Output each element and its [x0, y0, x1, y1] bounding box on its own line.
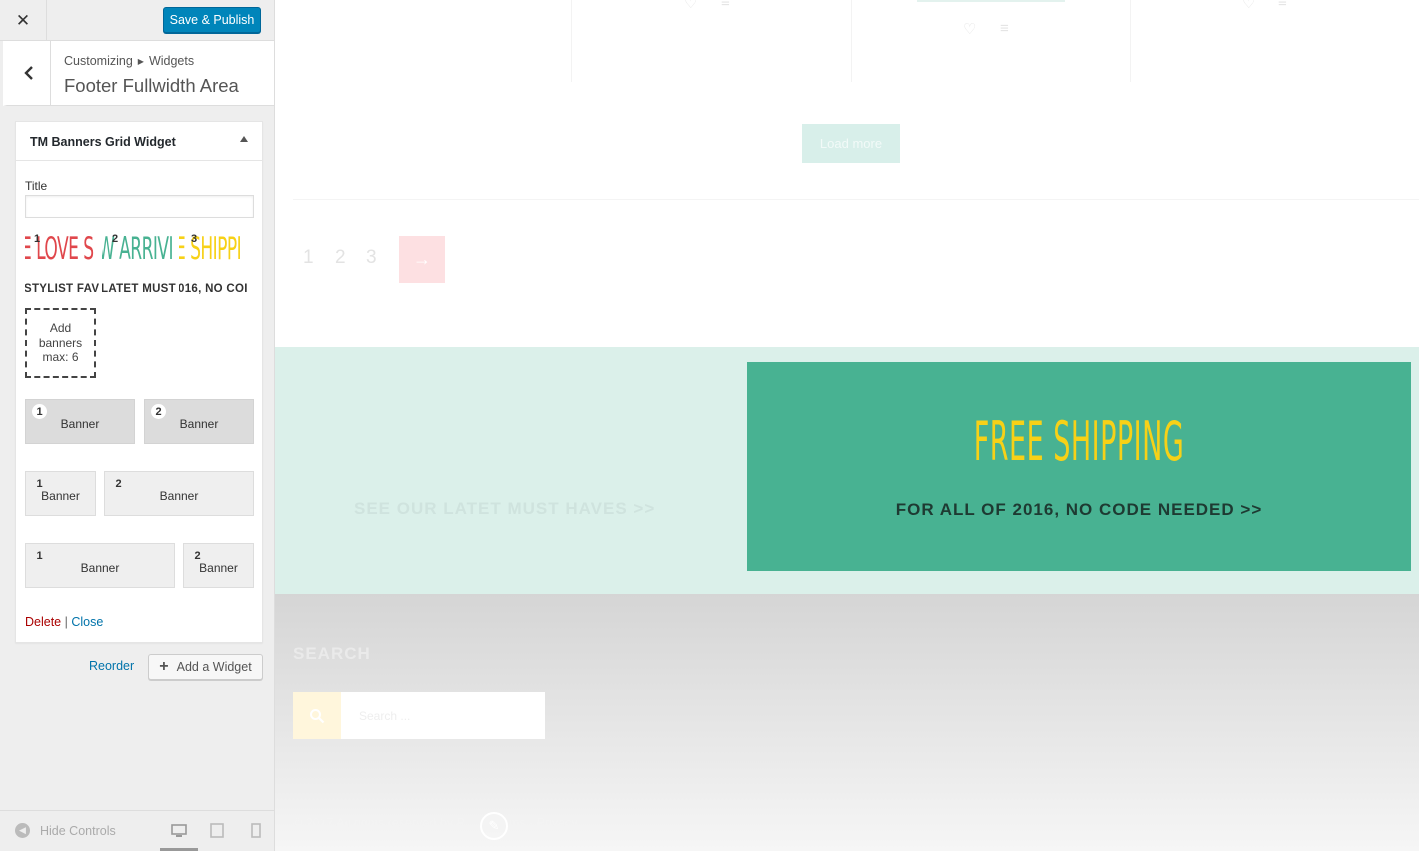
hide-controls-label: Hide Controls	[40, 823, 116, 838]
delete-link[interactable]: Delete	[25, 615, 61, 629]
customizer-sidebar: ✕ Save & Publish Customizing ▶ Widgets Foo…	[0, 0, 275, 851]
sidebar-footer: ◀ Hide Controls	[0, 810, 274, 851]
banner-label: Banner	[159, 488, 199, 503]
thumbnail-subtext: STYLIST FAV	[25, 283, 100, 295]
footer-banners-grid: SEE OUR LATET MUST HAVES >> FREE SHIPPIN…	[275, 347, 1419, 594]
thumbnail-subtext: LATET MUST	[102, 283, 176, 295]
pagination-page-1[interactable]: 1	[303, 247, 314, 269]
banner-subtext: FOR ALL OF 2016, NO CODE NEEDED >>	[895, 500, 1263, 519]
layout-option-3-banner-2[interactable]: 2 Banner	[183, 543, 254, 588]
edit-shortcut-button[interactable]: ✎	[480, 812, 508, 840]
layout-option-1-banner-2[interactable]: 2 Banner	[144, 399, 254, 444]
mobile-icon[interactable]	[248, 823, 264, 838]
heart-icon[interactable]: ♡	[963, 20, 976, 38]
add-banners-button[interactable]: Add banners max: 6	[25, 308, 96, 378]
layout-option-2-banner-2[interactable]: 2 Banner	[104, 471, 254, 516]
layout-option-1-banner-1[interactable]: 1 Banner	[25, 399, 135, 444]
banner-thumbnail-2[interactable]: W ARRIVI LATET MUST 2	[102, 232, 181, 298]
save-publish-button[interactable]: Save & Publish	[163, 7, 261, 33]
breadcrumb: Customizing ▶ Widgets	[64, 54, 194, 68]
search-icon	[310, 708, 325, 723]
banner-label: Banner	[80, 560, 120, 575]
column-divider	[851, 0, 852, 82]
banner-label: Banner	[41, 488, 80, 503]
close-customizer-button[interactable]: ✕	[0, 0, 47, 41]
layout-option-3-banner-1[interactable]: 1 Banner	[25, 543, 175, 588]
back-button[interactable]	[7, 41, 51, 105]
panel-header: Customizing ▶ Widgets Footer Fullwidth Are…	[3, 41, 274, 106]
action-separator: |	[64, 615, 68, 629]
close-link[interactable]: Close	[71, 615, 103, 629]
breadcrumb-root: Customizing	[64, 54, 133, 68]
banner-thumbnail-1[interactable]: E LOVE S STYLIST FAV 1	[25, 232, 104, 298]
compare-icon[interactable]: ≡	[1000, 20, 1009, 37]
add-banners-line2: banners	[38, 335, 83, 350]
arrow-right-icon: →	[413, 249, 431, 269]
widget-header[interactable]: TM Banners Grid Widget	[16, 122, 262, 161]
close-icon: ✕	[15, 10, 31, 30]
thumbnail-heading: E SHIPPI	[179, 232, 242, 267]
site-preview: ♡ ≡ ♡ ≡ ♡ ≡ Load more 1 2 3 → SEE OUR LA…	[275, 0, 1419, 851]
banner-number-badge: 1	[36, 549, 43, 562]
heart-icon[interactable]: ♡	[684, 0, 697, 12]
add-widget-label: Add a Widget	[176, 660, 252, 674]
collapse-arrow-icon[interactable]	[240, 136, 248, 142]
banner-thumbnails: E LOVE S STYLIST FAV 1 W ARRIVI LATET MU…	[25, 232, 254, 298]
panel-title: Footer Fullwidth Area	[64, 75, 239, 96]
copyright-text: © 2017 All rights reserved by P / Terms ·…	[293, 816, 578, 830]
banners-grid-widget: TM Banners Grid Widget Title E LOVE S ST…	[15, 121, 263, 643]
thumbnail-number: 2	[112, 233, 119, 245]
widget-actions: Delete | Close	[25, 615, 103, 629]
desktop-icon[interactable]	[171, 823, 187, 838]
compare-icon[interactable]: ≡	[721, 0, 730, 11]
column-divider	[571, 0, 572, 82]
product-button-edge	[917, 0, 1065, 2]
banner-label: Banner	[199, 560, 238, 575]
hide-controls-button[interactable]: ◀ Hide Controls	[15, 823, 116, 838]
column-divider	[1130, 0, 1131, 82]
free-shipping-banner[interactable]: FREE SHIPPING FOR ALL OF 2016, NO CODE N…	[747, 362, 1411, 571]
banner-label: Banner	[179, 416, 219, 431]
breadcrumb-section: Widgets	[148, 54, 195, 68]
banner-left-link[interactable]: SEE OUR LATET MUST HAVES >>	[354, 499, 655, 519]
divider	[293, 199, 1419, 200]
layout-option-2-banner-1[interactable]: 1 Banner	[25, 471, 96, 516]
banner-number-badge: 1	[32, 404, 47, 419]
search-input[interactable]	[341, 692, 545, 739]
thumbnail-number: 1	[34, 233, 41, 245]
chevron-left-icon	[23, 66, 33, 80]
add-widget-button[interactable]: + Add a Widget	[148, 654, 263, 680]
banner-number-badge: 2	[151, 404, 166, 419]
plus-icon: +	[159, 658, 169, 675]
sidebar-header: ✕ Save & Publish	[0, 0, 274, 41]
breadcrumb-separator-icon: ▶	[137, 57, 144, 66]
heart-icon[interactable]: ♡	[1242, 0, 1255, 12]
title-field[interactable]	[25, 195, 254, 218]
search-widget-title: SEARCH	[293, 644, 371, 663]
thumbnail-number: 3	[191, 233, 198, 245]
tablet-icon[interactable]	[209, 823, 225, 838]
banner-label: Banner	[60, 416, 100, 431]
copyright-label: © 2017 All rights reserved by P	[293, 816, 465, 830]
reorder-link[interactable]: Reorder	[89, 659, 134, 673]
compare-icon[interactable]: ≡	[1278, 0, 1287, 11]
pagination-next-button[interactable]: →	[399, 236, 445, 283]
banner-thumbnail-3[interactable]: E SHIPPI 016, NO COI 3	[179, 232, 254, 298]
banner-number-badge: 2	[115, 477, 122, 490]
pagination-page-2[interactable]: 2	[335, 247, 346, 269]
pencil-icon: ✎	[488, 818, 500, 833]
thumbnail-subtext: 016, NO COI	[179, 283, 248, 295]
add-banners-line3: max: 6	[42, 350, 79, 365]
collapse-icon: ◀	[15, 823, 30, 838]
add-banners-line1: Add	[49, 321, 72, 336]
load-more-button[interactable]: Load more	[802, 124, 900, 163]
pagination-page-3[interactable]: 3	[366, 247, 377, 269]
site-footer: SEARCH © 2017 All rights reserved by P/ …	[275, 594, 1419, 851]
banner-heading: FREE SHIPPING	[973, 410, 1185, 473]
title-field-label: Title	[25, 179, 48, 193]
search-button[interactable]	[293, 692, 341, 739]
widget-title: TM Banners Grid Widget	[30, 135, 176, 149]
